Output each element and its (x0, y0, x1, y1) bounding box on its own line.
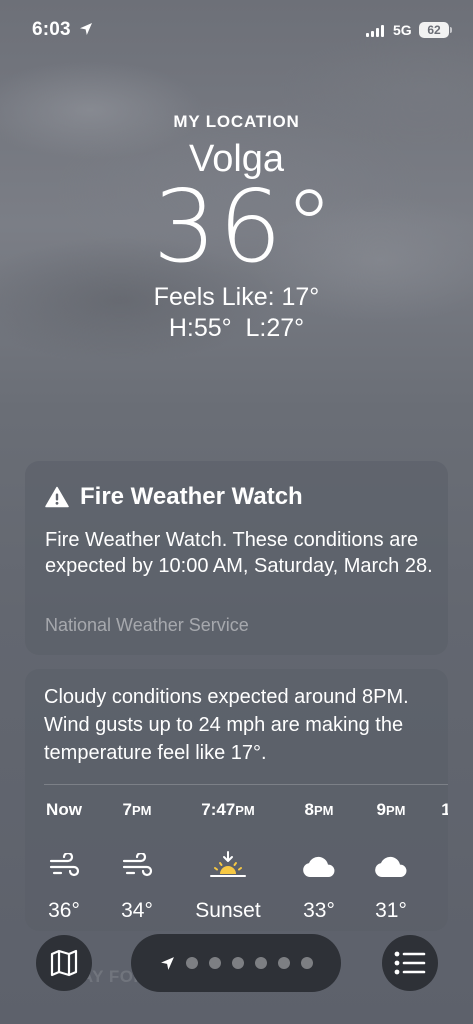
hour-temp: 31° (375, 899, 407, 922)
warning-triangle-icon (45, 486, 69, 508)
page-dot[interactable] (231, 957, 244, 969)
map-button[interactable] (36, 935, 92, 991)
high-low: H:55° L:27° (168, 314, 305, 342)
location-label: MY LOCATION (173, 112, 300, 131)
hour-item-now[interactable]: Now 36° (25, 800, 104, 923)
hour-time: 8PM (304, 800, 334, 819)
cloud-icon (375, 856, 407, 877)
page-dot[interactable] (277, 957, 290, 969)
alert-title-row: Fire Weather Watch (45, 483, 303, 511)
page-indicator[interactable] (131, 934, 341, 992)
map-icon (50, 949, 78, 977)
wind-icon (122, 853, 153, 877)
bottom-toolbar: 10-DAY FORECAST (0, 925, 473, 1024)
hourly-forecast-card[interactable]: Cloudy conditions expected around 8PM. W… (25, 669, 448, 931)
alert-body: Fire Weather Watch. These conditions are… (45, 529, 433, 577)
forecast-summary: Cloudy conditions expected around 8PM. W… (44, 686, 409, 764)
forecast-divider (44, 784, 448, 785)
hour-temp: 33° (303, 899, 335, 922)
hour-temp: 34° (121, 899, 153, 922)
hour-time: Now (46, 800, 82, 819)
current-temperature: 36° (152, 168, 337, 285)
page-dot[interactable] (300, 957, 313, 969)
hour-time: 7PM (122, 800, 152, 819)
hour-item-8pm[interactable]: 8PM 33° (279, 800, 359, 923)
battery-indicator: 62 (419, 22, 449, 38)
page-dot[interactable] (208, 957, 221, 969)
alert-source: National Weather Service (45, 615, 249, 635)
status-bar: 6:03 5G 62 (0, 0, 473, 60)
hour-temp: Sunset (195, 899, 261, 922)
hour-time: 7:47PM (201, 800, 255, 819)
feels-like: Feels Like: 17° (153, 283, 320, 311)
alert-title: Fire Weather Watch (80, 483, 303, 510)
list-icon (394, 951, 426, 975)
hour-item-sunset[interactable]: 7:47PM Sunset (188, 800, 268, 923)
battery-tip (450, 27, 452, 33)
hour-item-partial[interactable]: 1 (406, 800, 448, 822)
location-arrow-icon (160, 956, 174, 970)
cloud-icon (303, 856, 335, 877)
status-time: 6:03 (32, 19, 71, 40)
page-dot[interactable] (185, 957, 198, 969)
location-list-button[interactable] (382, 935, 438, 991)
location-arrow-icon (80, 23, 92, 35)
network-type: 5G (393, 22, 412, 38)
hour-temp: 36° (48, 899, 80, 922)
hour-item-7pm[interactable]: 7PM 34° (97, 800, 177, 923)
page-dot[interactable] (254, 957, 267, 969)
wind-icon (49, 853, 80, 877)
hour-time: 1 (441, 800, 448, 819)
cellular-signal-icon (366, 25, 384, 37)
sunset-icon (210, 851, 246, 877)
location-header: MY LOCATION Volga 36° Feels Like: 17° H:… (0, 112, 473, 343)
weather-alert-card[interactable]: Fire Weather Watch Fire Weather Watch. T… (25, 461, 448, 655)
